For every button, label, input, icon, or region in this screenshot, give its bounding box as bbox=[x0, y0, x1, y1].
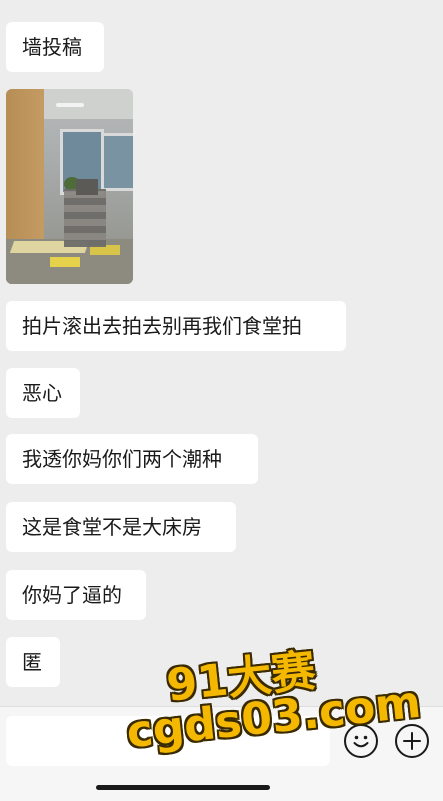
message-input[interactable] bbox=[6, 716, 330, 766]
message-bubble[interactable]: 你妈了逼的 bbox=[6, 570, 146, 620]
message-text: 拍片滚出去拍去别再我们食堂拍 bbox=[22, 314, 302, 338]
message-text: 你妈了逼的 bbox=[22, 583, 122, 607]
message-image[interactable] bbox=[6, 89, 133, 284]
message-text: 匿 bbox=[22, 650, 42, 674]
photo-window bbox=[101, 133, 133, 191]
emoji-icon[interactable] bbox=[344, 724, 378, 758]
message-bubble[interactable]: 墙投稿 bbox=[6, 22, 104, 72]
message-text: 墙投稿 bbox=[22, 35, 82, 59]
watermark-title: 91大赛 bbox=[164, 645, 318, 712]
plus-icon[interactable] bbox=[395, 724, 429, 758]
photo-light bbox=[56, 103, 84, 107]
home-indicator[interactable] bbox=[96, 785, 270, 790]
photo-pixelated-area bbox=[76, 179, 98, 195]
message-text: 我透你妈你们两个潮种 bbox=[22, 447, 222, 471]
message-text: 恶心 bbox=[22, 381, 62, 405]
message-bubble[interactable]: 这是食堂不是大床房 bbox=[6, 502, 236, 552]
photo-pixelated-area bbox=[64, 189, 106, 247]
message-bubble[interactable]: 拍片滚出去拍去别再我们食堂拍 bbox=[6, 301, 346, 351]
message-text: 这是食堂不是大床房 bbox=[22, 515, 202, 539]
message-bubble[interactable]: 恶心 bbox=[6, 368, 80, 418]
photo-chair bbox=[50, 257, 80, 267]
message-bubble[interactable]: 我透你妈你们两个潮种 bbox=[6, 434, 258, 484]
message-bubble[interactable]: 匿 bbox=[6, 637, 60, 687]
